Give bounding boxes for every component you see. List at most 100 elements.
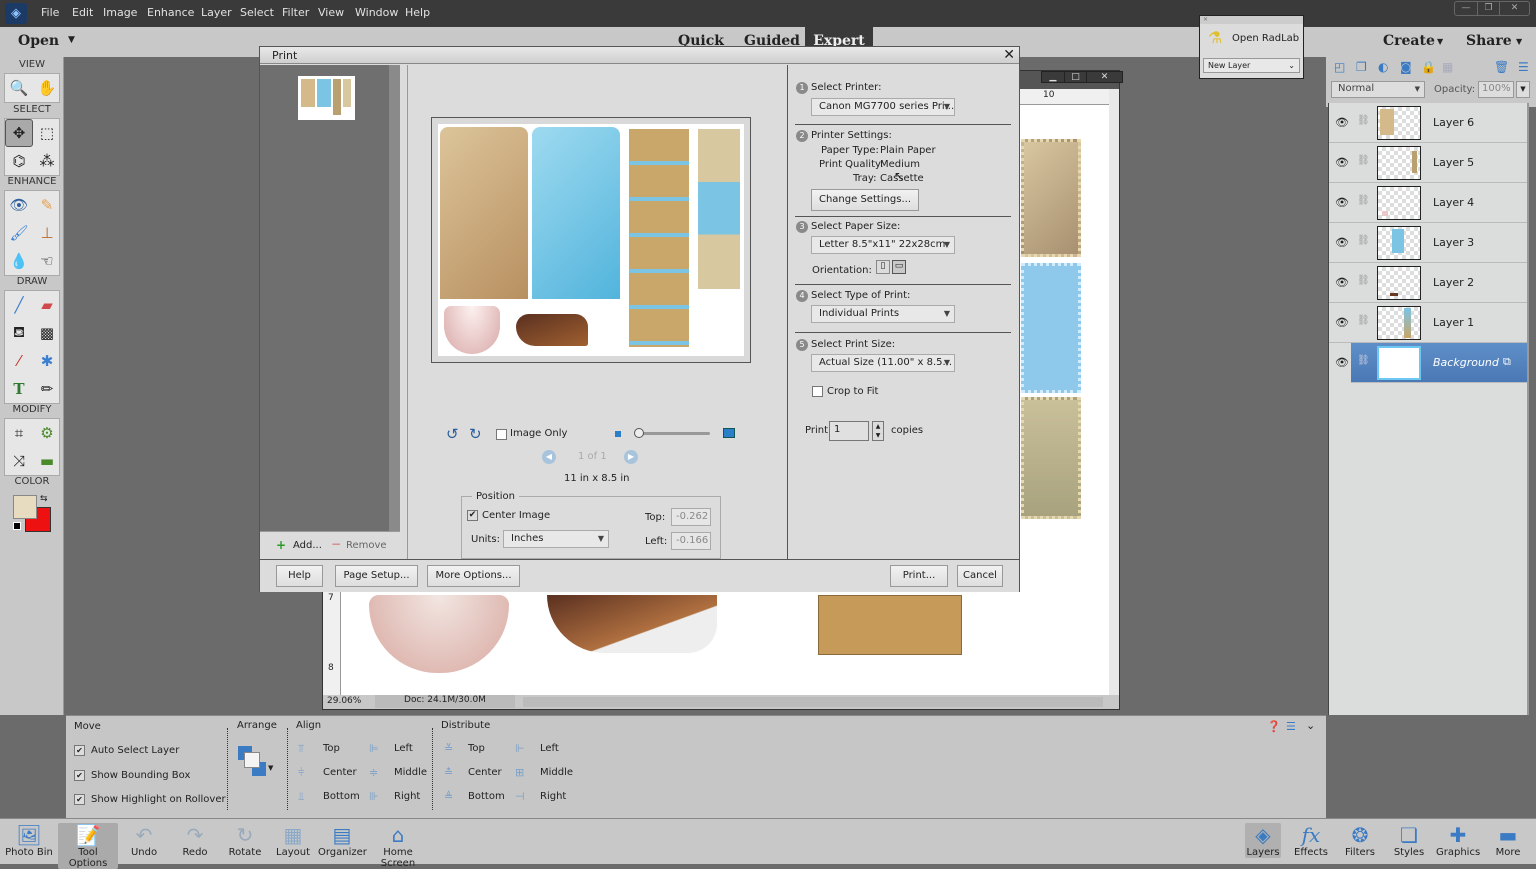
- content-aware-move-icon[interactable]: ⤨: [5, 447, 33, 475]
- doc-horizontal-scrollbar[interactable]: [523, 697, 1103, 707]
- layout-button[interactable]: ▦ Layout: [273, 823, 313, 858]
- top-field[interactable]: -0.262: [671, 508, 711, 526]
- align-center-button[interactable]: Center: [323, 767, 357, 778]
- layer-row[interactable]: 👁 ⛓ Layer 4: [1329, 183, 1529, 223]
- arrange-button[interactable]: ▼: [238, 746, 273, 776]
- cancel-button[interactable]: Cancel: [957, 565, 1003, 587]
- portrait-icon[interactable]: ▯: [876, 260, 890, 274]
- visibility-eye-icon[interactable]: 👁: [1335, 356, 1349, 369]
- type-tool-icon[interactable]: T: [5, 375, 33, 403]
- distribute-center-button[interactable]: Center: [468, 767, 502, 778]
- link-icon[interactable]: ⛓: [1357, 275, 1370, 286]
- tool-options-button[interactable]: 📝 Tool Options: [58, 823, 118, 869]
- pencil-icon[interactable]: ✏: [33, 375, 61, 403]
- menu-filter[interactable]: Filter: [282, 6, 309, 19]
- create-menu[interactable]: Create: [1383, 33, 1435, 49]
- align-top-icon[interactable]: ⫪: [298, 742, 304, 756]
- menu-layer[interactable]: Layer: [201, 6, 232, 19]
- align-right-icon[interactable]: ⊪: [369, 790, 379, 803]
- menu-image[interactable]: Image: [103, 6, 137, 19]
- thumbnail-scrollbar[interactable]: [389, 65, 400, 531]
- opacity-field[interactable]: 100%: [1478, 81, 1514, 98]
- recompose-icon[interactable]: ⚙: [33, 419, 61, 447]
- distribute-left-icon[interactable]: ⊩: [515, 742, 525, 755]
- graphics-button[interactable]: ✚ Graphics: [1436, 823, 1480, 858]
- distribute-right-button[interactable]: Right: [540, 791, 566, 802]
- show-bounding-box-checkbox[interactable]: ✔: [74, 770, 85, 781]
- organizer-button[interactable]: ▤ Organizer: [318, 823, 367, 858]
- link-icon[interactable]: ⛓: [1357, 155, 1370, 166]
- rotate-right-icon[interactable]: ↻: [469, 425, 482, 443]
- help-button[interactable]: Help: [276, 565, 323, 587]
- visibility-eye-icon[interactable]: 👁: [1335, 116, 1349, 129]
- lock-icon[interactable]: 🔒: [1421, 60, 1436, 74]
- layer-row[interactable]: 👁 ⛓ Layer 3: [1329, 223, 1529, 263]
- distribute-right-icon[interactable]: ⊣: [515, 790, 525, 803]
- remove-button[interactable]: Remove: [346, 540, 387, 551]
- healing-brush-icon[interactable]: ✎: [33, 191, 61, 219]
- restore-icon[interactable]: ❐: [1477, 2, 1499, 15]
- distribute-bottom-button[interactable]: Bottom: [468, 791, 505, 802]
- lasso-tool-icon[interactable]: ⌬: [5, 147, 33, 175]
- align-left-icon[interactable]: ⊫: [369, 742, 379, 755]
- layer-mask-icon[interactable]: ◙: [1400, 60, 1412, 74]
- layer-row[interactable]: 👁 ⛓ Layer 1: [1329, 303, 1529, 343]
- home-screen-button[interactable]: ⌂ Home Screen: [367, 823, 429, 869]
- align-top-button[interactable]: Top: [323, 743, 340, 754]
- distribute-bottom-icon[interactable]: ≜: [444, 790, 453, 803]
- red-eye-icon[interactable]: 👁: [5, 191, 33, 219]
- menu-view[interactable]: View: [318, 6, 344, 19]
- align-left-button[interactable]: Left: [394, 743, 413, 754]
- printer-select[interactable]: Canon MG7700 series Pri... ▼: [811, 98, 955, 116]
- straighten-icon[interactable]: ▬: [33, 447, 61, 475]
- add-button[interactable]: Add...: [293, 540, 322, 551]
- visibility-eye-icon[interactable]: 👁: [1335, 196, 1349, 209]
- units-select[interactable]: Inches ▼: [503, 530, 609, 548]
- photo-bin-button[interactable]: 🖼 Photo Bin: [4, 823, 54, 858]
- layer-row[interactable]: 👁 ⛓ Layer 2: [1329, 263, 1529, 303]
- link-icon[interactable]: ⛓: [1357, 115, 1370, 126]
- page-thumbnail[interactable]: [298, 76, 355, 120]
- align-middle-icon[interactable]: ≑: [369, 766, 378, 779]
- center-image-checkbox[interactable]: ✔: [467, 510, 478, 521]
- eraser-icon[interactable]: ▰: [33, 291, 61, 319]
- layer-row[interactable]: 👁 ⛓ Layer 6: [1329, 103, 1529, 143]
- help-icon[interactable]: ❓: [1267, 720, 1281, 733]
- move-tool-icon[interactable]: ✥: [5, 119, 33, 147]
- collapse-chevron-icon[interactable]: ⌄: [1306, 719, 1315, 732]
- visibility-eye-icon[interactable]: 👁: [1335, 156, 1349, 169]
- smart-brush-icon[interactable]: 🖌: [5, 219, 33, 247]
- visibility-eye-icon[interactable]: 👁: [1335, 236, 1349, 249]
- new-group-icon[interactable]: ❐: [1356, 60, 1367, 74]
- effects-button[interactable]: fx Effects: [1293, 823, 1329, 858]
- custom-shape-icon[interactable]: ✱: [33, 347, 61, 375]
- menu-window[interactable]: Window: [355, 6, 398, 19]
- layer-row-selected[interactable]: Background ⧉: [1351, 343, 1529, 383]
- gradient-icon[interactable]: ▩: [33, 319, 61, 347]
- radlab-open-button[interactable]: Open RadLab: [1232, 33, 1299, 44]
- more-options-button[interactable]: More Options...: [427, 565, 520, 587]
- show-highlight-checkbox[interactable]: ✔: [74, 794, 85, 805]
- open-button[interactable]: Open: [18, 33, 59, 49]
- new-layer-icon[interactable]: ◰: [1334, 60, 1345, 74]
- brush-icon[interactable]: ╱: [5, 291, 33, 319]
- smudge-icon[interactable]: ☜: [33, 247, 61, 275]
- copies-stepper[interactable]: ▲ ▼: [872, 421, 884, 441]
- change-settings-button[interactable]: Change Settings...: [811, 189, 919, 211]
- paint-bucket-icon[interactable]: ⛾: [5, 319, 33, 347]
- share-menu[interactable]: Share: [1466, 33, 1512, 49]
- align-bottom-button[interactable]: Bottom: [323, 791, 360, 802]
- distribute-top-button[interactable]: Top: [468, 743, 485, 754]
- align-bottom-icon[interactable]: ⫫: [298, 790, 304, 804]
- opacity-dropdown-icon[interactable]: ▼: [1516, 81, 1530, 98]
- landscape-icon[interactable]: ▭: [892, 260, 906, 274]
- distribute-left-button[interactable]: Left: [540, 743, 559, 754]
- default-colors-icon[interactable]: [13, 522, 21, 530]
- copies-input[interactable]: 1: [829, 421, 869, 441]
- layer-row[interactable]: 👁 ⛓ Layer 5: [1329, 143, 1529, 183]
- filters-button[interactable]: ❂ Filters: [1342, 823, 1378, 858]
- distribute-top-icon[interactable]: ≚: [444, 742, 453, 755]
- open-dropdown-icon[interactable]: ▼: [68, 35, 75, 45]
- link-icon[interactable]: ⛓: [1357, 315, 1370, 326]
- radlab-dropdown[interactable]: New Layer ⌄: [1203, 58, 1300, 73]
